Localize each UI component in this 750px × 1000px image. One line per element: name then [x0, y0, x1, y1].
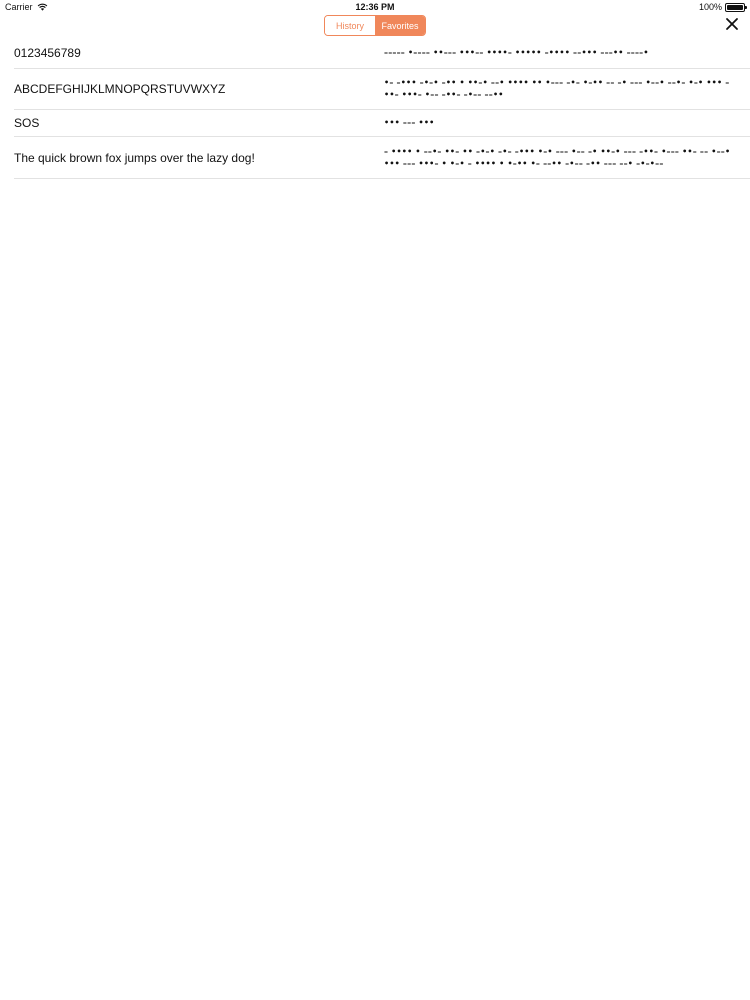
- table-row[interactable]: SOS ••• ––– •••: [14, 110, 750, 137]
- battery-percent: 100%: [698, 2, 722, 12]
- table-row[interactable]: 0123456789 ––––– •–––– ••––– •••–– ••••–…: [14, 38, 750, 69]
- table-row[interactable]: ABCDEFGHIJKLMNOPQRSTUVWXYZ •– –••• –•–• …: [14, 69, 750, 110]
- battery-fill: [727, 4, 743, 10]
- status-bar: Carrier 12:36 PM 100%: [0, 0, 750, 14]
- row-text: The quick brown fox jumps over the lazy …: [14, 150, 255, 165]
- table-row[interactable]: The quick brown fox jumps over the lazy …: [14, 137, 750, 179]
- row-text: 0123456789: [14, 46, 81, 60]
- clock: 12:36 PM: [355, 2, 395, 12]
- tab-favorites[interactable]: Favorites: [375, 16, 425, 35]
- history-favorites-segmented-control: History Favorites: [324, 15, 426, 36]
- tab-history[interactable]: History: [325, 16, 375, 35]
- row-morse: ––––– •–––– ••––– •••–– ••••– ••••• –•••…: [384, 48, 649, 57]
- battery-icon: [725, 2, 747, 12]
- row-morse: ••• ––– •••: [384, 118, 435, 127]
- close-icon[interactable]: [724, 16, 740, 32]
- row-text: SOS: [14, 116, 40, 130]
- favorites-table: 0123456789 ––––– •–––– ••––– •••–– ••••–…: [14, 38, 750, 179]
- status-right: 100%: [698, 2, 747, 12]
- row-morse: •– –••• –•–• –•• • ••–• ––• •••• •• •–––…: [384, 78, 730, 99]
- row-text: ABCDEFGHIJKLMNOPQRSTUVWXYZ: [14, 82, 226, 96]
- row-morse: – •••• • ––•– ••– •• –•–• –•– –••• •–• –…: [384, 146, 731, 168]
